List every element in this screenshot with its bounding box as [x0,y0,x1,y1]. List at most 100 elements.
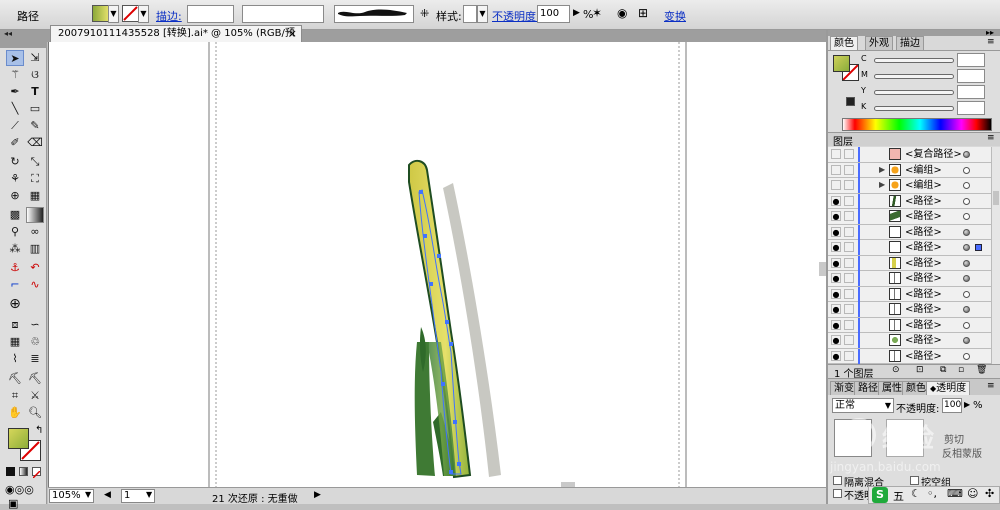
cyan-slider[interactable]: C [831,53,996,68]
lasso-tool-icon[interactable]: ଓ [26,67,44,83]
target-circle-icon[interactable] [963,213,970,220]
ime-toolbar[interactable]: S 五 ☾ ◦, ⌨ ☺ ✣ [868,486,1000,504]
layer-row[interactable]: ● <路径> [828,348,991,364]
tab-transparency[interactable]: ◆透明度 [926,381,971,395]
artboard-tool-icon[interactable]: ⧈ [6,317,24,333]
yellow-track[interactable] [874,90,954,95]
transparency-menu-icon[interactable]: ≡ [987,381,995,391]
layers-scroll-thumb[interactable] [993,191,999,205]
target-circle-icon[interactable] [963,197,970,205]
layer-row[interactable]: ● <路径> [828,224,991,240]
graphic-style-swatch[interactable] [463,5,477,23]
visibility-toggle[interactable]: ● [831,304,841,314]
symbol-sprayer-tool-icon[interactable]: ⁂ [6,241,24,257]
target-circle-icon[interactable] [963,352,970,360]
warp-tool-icon[interactable]: ⚘ [6,171,24,187]
blend-mode-select[interactable]: 正常 ▼ [832,398,894,413]
sogou-icon[interactable]: S [872,487,888,503]
selection-indicator[interactable] [975,244,982,251]
hand-tool-icon[interactable]: ✋ [6,405,24,421]
layer-row[interactable]: ● <路径> [828,240,991,256]
expand-arrow-icon[interactable]: ▶ [879,165,885,174]
lock-toggle[interactable] [844,195,854,206]
lock-toggle[interactable] [844,288,854,299]
layers-title[interactable]: 图层 [833,133,853,148]
stroke-swatch[interactable] [122,5,139,22]
transparency-opacity-input[interactable]: 100 [942,398,962,413]
visibility-toggle[interactable] [831,149,841,159]
target-circle-icon[interactable] [963,182,970,189]
lock-toggle[interactable] [844,350,854,361]
bar-chart-tool-icon[interactable]: ≣ [26,351,44,367]
pen-tool-icon[interactable]: ✒ [6,84,24,100]
reshape-tool-icon[interactable]: ⌐ [6,277,24,293]
visibility-toggle[interactable]: ● [831,242,841,252]
stroke-weight-input[interactable] [187,5,234,23]
layers-scrollbar[interactable] [991,147,1000,364]
moon-icon[interactable]: ☾ [911,487,921,500]
opacity-input[interactable]: 100 [537,5,570,23]
target-circle-icon[interactable] [963,275,970,282]
type-tool-icon[interactable]: T [26,84,44,100]
visibility-toggle[interactable]: ● [831,319,841,330]
blend-tool-icon[interactable]: ∞ [26,224,44,240]
eraser-tool-icon[interactable]: ⌫ [26,135,44,151]
target-circle-icon[interactable] [963,166,970,174]
isolate-icon[interactable]: ◉ [617,6,627,20]
crop-area-tool-icon[interactable]: ⌗ [6,388,24,404]
lock-toggle[interactable] [844,242,854,252]
lock-toggle[interactable] [844,273,854,283]
user-icon[interactable]: ☺ [967,487,978,500]
symbol-shift-tool-icon[interactable]: ♲ [26,334,44,350]
recolor-icon[interactable]: ✶ [592,6,602,20]
target-circle-icon[interactable] [963,337,970,344]
gradient-tool-icon[interactable] [26,207,44,223]
target-circle-icon[interactable] [963,244,970,251]
black-value[interactable] [957,101,985,115]
canvas[interactable] [48,42,827,487]
fill-color-swatch[interactable] [8,428,29,449]
color-spectrum[interactable] [842,118,992,131]
fill-dropdown[interactable]: ▼ [108,5,119,23]
blob-brush-tool-icon[interactable]: ✐ [6,135,24,151]
keyboard-icon[interactable]: ⌨ [947,487,963,500]
cyan-value[interactable] [957,53,985,67]
layers-menu-icon[interactable]: ≡ [987,133,995,143]
gradient-mode-icon[interactable] [19,467,28,476]
stroke-dropdown[interactable]: ▼ [138,5,149,23]
layer-row[interactable]: ▶ <编组> [828,178,991,194]
layer-row[interactable]: ● <路径> [828,255,991,271]
stroke-link[interactable]: 描边: [156,8,182,24]
yellow-value[interactable] [957,85,985,99]
rectangle-tool-icon[interactable]: ▭ [26,101,44,117]
opacity-link[interactable]: 不透明度: [492,8,540,24]
live-paint-tool-icon[interactable]: ⛏ [6,371,24,387]
layer-row[interactable]: ▶ <编组> [828,162,991,178]
tab-color[interactable]: 颜色 [830,36,858,50]
target-circle-icon[interactable] [963,306,970,313]
make-clip-mask-icon[interactable]: ⊡ [916,365,924,375]
swap-fill-stroke-icon[interactable]: ↰ [35,425,43,436]
target-circle-icon[interactable] [963,151,970,158]
visibility-toggle[interactable]: ● [831,257,841,268]
scale-tool-icon[interactable]: ⤡ [26,154,44,170]
opacity-arrow-icon[interactable]: ▶ [573,8,580,18]
knife-tool-icon[interactable]: ⚔ [26,388,44,404]
cyan-track[interactable] [874,58,954,63]
draw-mode-icons[interactable]: ◉◎◎ [5,483,34,496]
status-menu-icon[interactable]: ▶ [314,490,321,500]
panel-menu-icon[interactable]: ≡ [987,37,995,47]
opacity-arrow-icon[interactable]: ▶ [964,400,970,409]
magenta-track[interactable] [874,74,954,79]
target-circle-icon[interactable] [963,290,970,298]
locate-object-icon[interactable]: ⊙ [892,365,900,375]
perspective-grid-tool-icon[interactable]: ▦ [26,188,44,204]
mesh-tool-icon[interactable]: ▩ [6,207,24,223]
lock-toggle[interactable] [844,164,854,175]
free-transform-tool-icon[interactable]: ⛶ [26,171,44,187]
live-paint-select-tool-icon[interactable]: ⛏ [26,371,44,387]
visibility-toggle[interactable]: ● [831,273,841,283]
black-slider[interactable]: K [831,101,996,116]
align-icon[interactable]: ⊞ [638,6,648,20]
target-circle-icon[interactable] [963,259,970,267]
